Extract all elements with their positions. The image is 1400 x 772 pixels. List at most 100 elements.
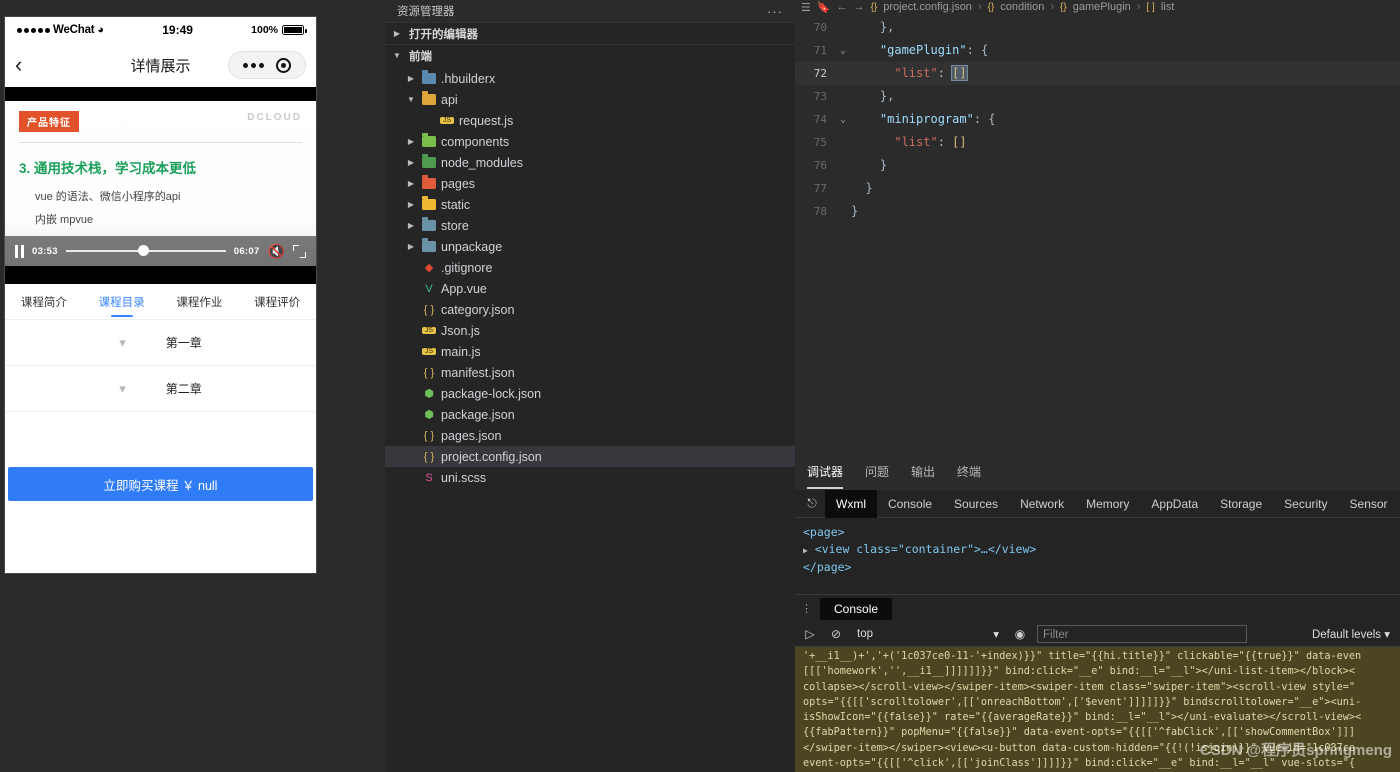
tree-folder[interactable]: ▶ node_modules	[385, 152, 795, 173]
chevron-down-icon[interactable]: ▾	[119, 381, 126, 397]
forward-arrow-icon[interactable]: →	[854, 1, 865, 13]
tree-file[interactable]: JS request.js	[385, 110, 795, 131]
video-progress-slider[interactable]	[65, 245, 226, 256]
fold-chevron-icon[interactable]: ⌄	[835, 39, 851, 62]
explorer-more-icon[interactable]: ···	[767, 4, 783, 19]
code-line[interactable]: 78}	[795, 200, 1400, 223]
wxml-dom-tree[interactable]: <page> ▶ <view class="container">…</view…	[795, 518, 1400, 594]
tree-file[interactable]: { } manifest.json	[385, 362, 795, 383]
bookmark-icon[interactable]: 🔖	[817, 1, 831, 14]
chevron-right-icon[interactable]: ▶	[405, 200, 417, 209]
course-tab-bar[interactable]: 课程简介 课程目录 课程作业 课程评价	[5, 284, 316, 320]
tree-file[interactable]: ⬢ package.json	[385, 404, 795, 425]
tree-file[interactable]: Suni.scss	[385, 467, 795, 488]
console-context-select[interactable]: top ▾	[853, 626, 1003, 643]
tree-file[interactable]: ⬢ package-lock.json	[385, 383, 795, 404]
inspect-cursor-icon[interactable]: ⎋	[799, 496, 825, 511]
devtools-tabbar[interactable]: ⎋ Wxml Console Sources Network Memory Ap…	[795, 489, 1400, 518]
tree-file[interactable]: { } category.json	[385, 299, 795, 320]
code-line[interactable]: 74 ⌄ "miniprogram": {	[795, 108, 1400, 131]
tab-course-intro[interactable]: 课程简介	[5, 294, 83, 319]
devtab-console[interactable]: Console	[877, 490, 943, 518]
menu-icon[interactable]: ☰	[801, 1, 811, 14]
chapter-row[interactable]: ▾ 第二章	[5, 366, 316, 412]
breadcrumb-condition[interactable]: condition	[1000, 1, 1044, 13]
tab-course-review[interactable]: 课程评价	[238, 294, 316, 319]
chevron-right-icon[interactable]: ▶	[405, 242, 417, 251]
video-controls[interactable]: 03:53 06:07 🔇	[5, 236, 316, 266]
course-video-player[interactable]: 产品特征 DCLOUD 3. 通用技术栈，学习成本更低 vue 的语法、微信小程…	[5, 101, 316, 266]
clear-console-icon[interactable]: ⊘	[827, 627, 845, 641]
fullscreen-icon[interactable]	[293, 244, 306, 258]
tab-course-catalog[interactable]: 课程目录	[83, 294, 161, 319]
tree-folder[interactable]: ▶ static	[385, 194, 795, 215]
mute-icon[interactable]: 🔇	[268, 243, 285, 260]
console-levels-select[interactable]: Default levels ▾	[1312, 627, 1390, 641]
execute-icon[interactable]: ▷	[801, 627, 819, 641]
wechat-capsule-menu[interactable]	[228, 51, 306, 79]
chapter-row[interactable]: ▾ 第一章	[5, 320, 316, 366]
tab-debugger[interactable]: 调试器	[807, 463, 844, 489]
devtab-sensor[interactable]: Sensor	[1339, 490, 1399, 518]
tree-file[interactable]: JS Json.js	[385, 320, 795, 341]
eye-icon[interactable]: ◉	[1011, 627, 1029, 641]
code-line[interactable]: 73 },	[795, 85, 1400, 108]
code-line[interactable]: 77 }	[795, 177, 1400, 200]
devtab-sources[interactable]: Sources	[943, 490, 1009, 518]
code-lines[interactable]: 70 }, 71 ⌄ "gamePlugin": {72 "list": [] 73 …	[795, 14, 1400, 223]
chevron-right-icon[interactable]: ▶	[391, 29, 403, 38]
chevron-right-icon[interactable]: ▶	[405, 158, 417, 167]
devtab-security[interactable]: Security	[1273, 490, 1338, 518]
console-filter-input[interactable]: Filter	[1037, 625, 1247, 643]
console-toolbar[interactable]: ▷ ⊘ top ▾ ◉ Filter Default levels ▾	[795, 622, 1400, 647]
chevron-right-icon[interactable]: ▶	[405, 179, 417, 188]
chevron-right-icon[interactable]: ▶	[405, 137, 417, 146]
code-line[interactable]: 71 ⌄ "gamePlugin": {	[795, 39, 1400, 62]
tree-file[interactable]: V App.vue	[385, 278, 795, 299]
expand-triangle-icon[interactable]: ▶	[803, 546, 808, 555]
tree-folder[interactable]: ▶ unpackage	[385, 236, 795, 257]
code-line[interactable]: 72 "list": []	[795, 62, 1400, 85]
tree-folder[interactable]: ▶ pages	[385, 173, 795, 194]
video-progress-thumb[interactable]	[137, 245, 149, 256]
devtab-memory[interactable]: Memory	[1075, 490, 1140, 518]
tree-folder[interactable]: ▶ store	[385, 215, 795, 236]
devtab-wxml[interactable]: Wxml	[825, 489, 877, 518]
close-target-icon[interactable]	[276, 57, 291, 73]
chevron-down-icon[interactable]: ▾	[993, 627, 999, 641]
chevron-right-icon[interactable]: ▶	[405, 221, 417, 230]
drawer-menu-icon[interactable]: ⋮	[801, 603, 812, 614]
devtab-storage[interactable]: Storage	[1209, 490, 1273, 518]
code-line[interactable]: 76 }	[795, 154, 1400, 177]
file-tree[interactable]: ▶ .hbuilderx ▼ api JS request.js ▶ components ▶ n…	[385, 66, 795, 488]
breadcrumb-list[interactable]: list	[1161, 1, 1174, 13]
devtools-panel-tabs[interactable]: 调试器 问题 输出 终端	[795, 455, 1400, 490]
pause-icon[interactable]	[15, 244, 24, 258]
editor-breadcrumb[interactable]: ☰ 🔖 ← → {} project.config.json › {} cond…	[795, 0, 1400, 14]
tab-problems[interactable]: 问题	[865, 463, 889, 483]
section-open-editors[interactable]: ▶ 打开的编辑器	[385, 22, 795, 44]
code-line[interactable]: 75 "list": []	[795, 131, 1400, 154]
chevron-down-icon[interactable]: ▼	[405, 95, 417, 104]
tree-folder[interactable]: ▼ api	[385, 89, 795, 110]
tab-course-homework[interactable]: 课程作业	[161, 294, 239, 319]
breadcrumb-gameplugin[interactable]: gamePlugin	[1073, 1, 1131, 13]
tree-file[interactable]: { } project.config.json	[385, 446, 795, 467]
drawer-header[interactable]: ⋮ Console	[795, 595, 1400, 622]
buy-course-button[interactable]: 立即购买课程 ￥ null	[8, 467, 313, 501]
back-arrow-icon[interactable]: ←	[837, 1, 848, 13]
tree-folder[interactable]: ▶ .hbuilderx	[385, 68, 795, 89]
tree-file[interactable]: ◆ .gitignore	[385, 257, 795, 278]
drawer-tab-console[interactable]: Console	[820, 597, 893, 620]
tab-output[interactable]: 输出	[911, 463, 935, 483]
tab-terminal[interactable]: 终端	[957, 463, 981, 483]
breadcrumb-file[interactable]: project.config.json	[883, 1, 972, 13]
section-project-root[interactable]: ▼ 前端	[385, 44, 795, 66]
devtab-appdata[interactable]: AppData	[1140, 490, 1209, 518]
devtab-network[interactable]: Network	[1009, 490, 1075, 518]
chevron-right-icon[interactable]: ▶	[405, 74, 417, 83]
tree-file[interactable]: JS main.js	[385, 341, 795, 362]
fold-chevron-icon[interactable]: ⌄	[835, 108, 851, 131]
tree-file[interactable]: { } pages.json	[385, 425, 795, 446]
more-dots-icon[interactable]	[243, 62, 264, 68]
